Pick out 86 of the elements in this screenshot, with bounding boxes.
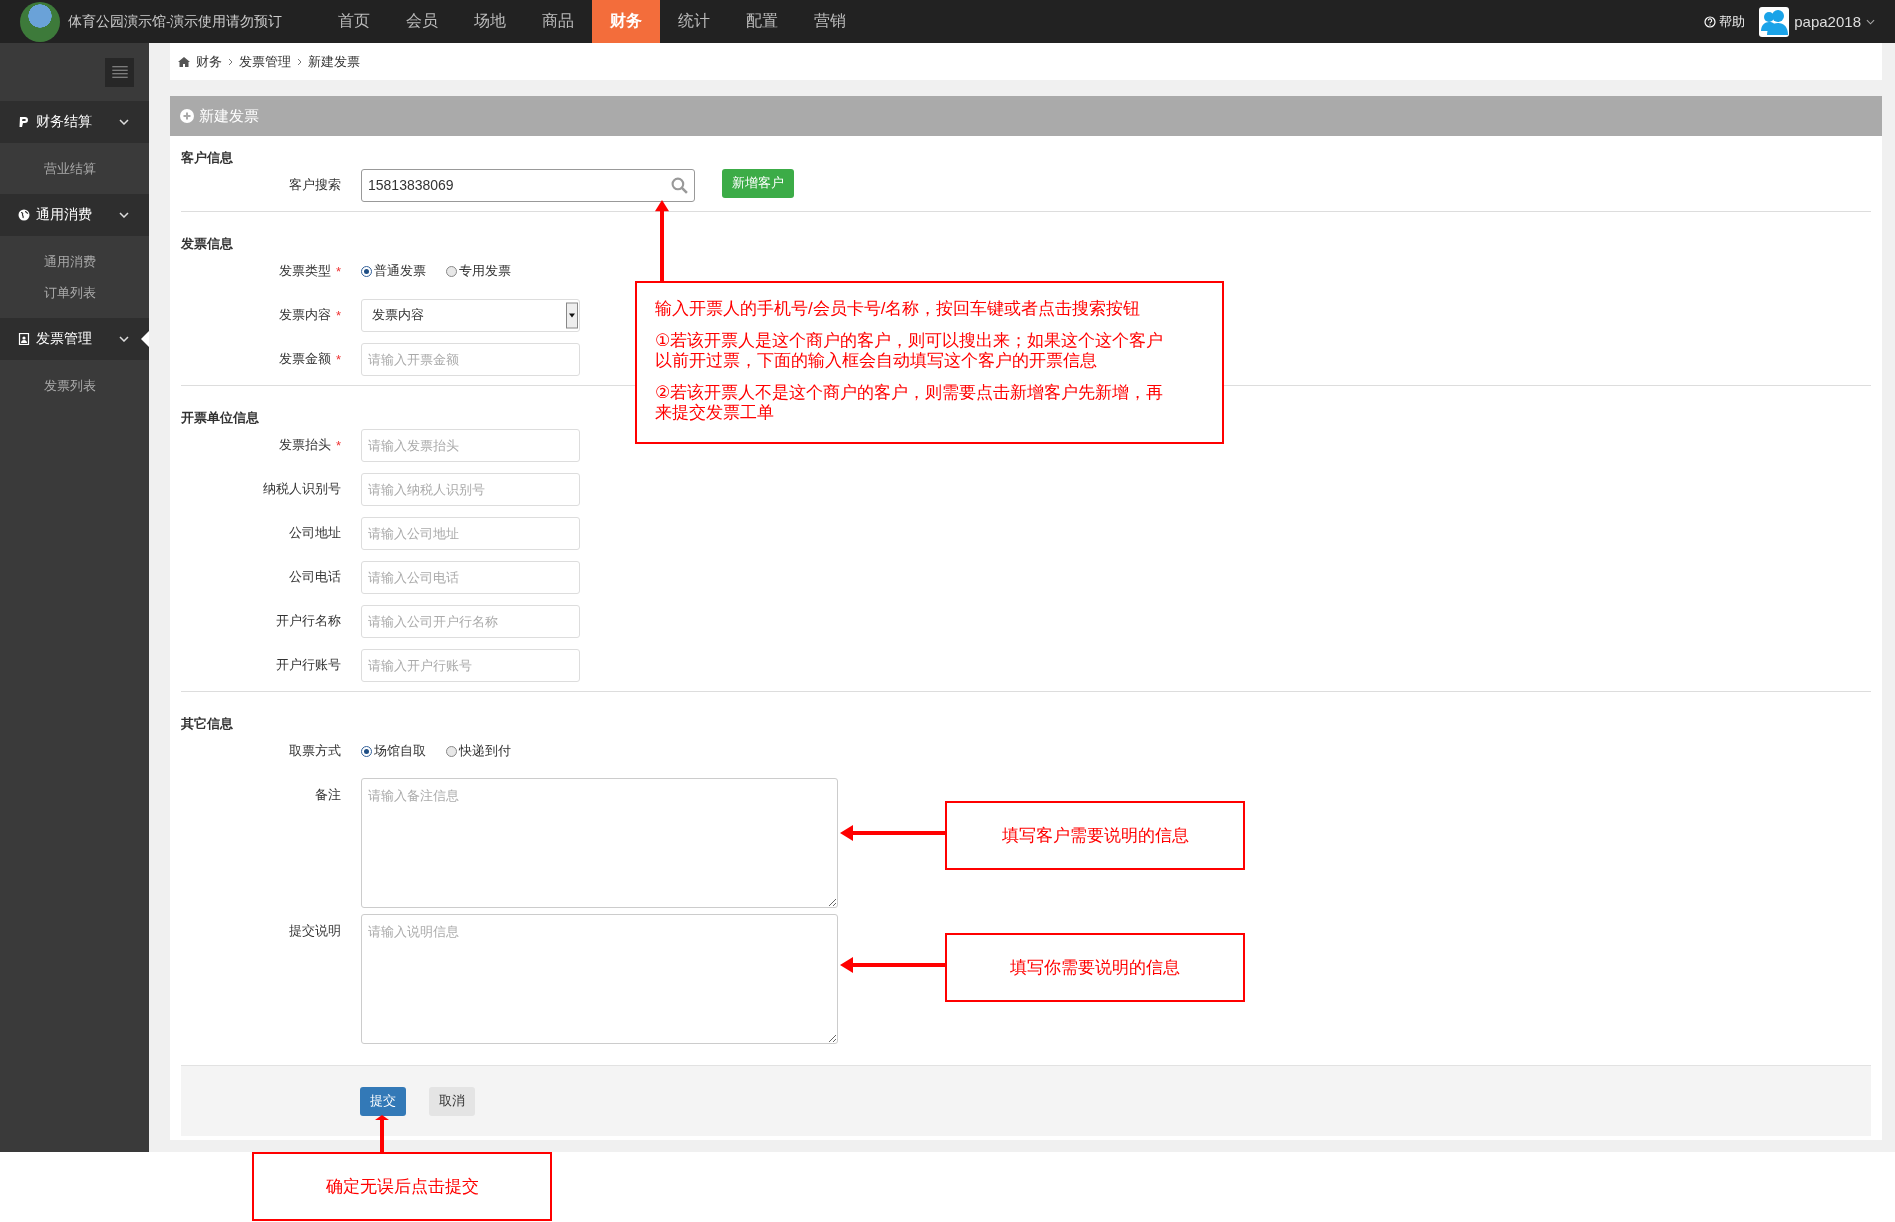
- annotation-text: ②若该开票人不是这个商户的客户，则需要点击新增客户先新增，再来提交发票工单: [655, 383, 1165, 423]
- cancel-button[interactable]: 取消: [429, 1086, 475, 1116]
- field-label: 提交说明: [289, 922, 341, 940]
- annotation-text: 确定无误后点击提交: [325, 1176, 479, 1197]
- field-label: 取票方式: [289, 742, 341, 760]
- radio-button[interactable]: [361, 265, 372, 277]
- section-heading: 其它信息: [181, 715, 233, 733]
- required-mark: *: [335, 351, 341, 367]
- section-heading: 开票单位信息: [181, 409, 259, 427]
- badge-icon: [18, 333, 30, 345]
- search-field[interactable]: 15813838069: [361, 168, 695, 202]
- nav-tab[interactable]: 会员: [388, 0, 456, 43]
- chevron-icon: [119, 119, 129, 125]
- text-input[interactable]: 请输入公司地址: [361, 516, 580, 550]
- field-label: 客户搜索: [289, 176, 341, 194]
- nav-tab[interactable]: 营销: [796, 0, 864, 43]
- field-label: 发票内容: [278, 306, 331, 324]
- radio-label[interactable]: 普通发票: [374, 262, 426, 280]
- text-input[interactable]: 请输入开票金额: [361, 342, 580, 376]
- section-heading: 发票信息: [181, 235, 233, 253]
- menu-toggle-button[interactable]: [105, 57, 134, 87]
- sidebar-item[interactable]: 通用消费: [0, 246, 149, 277]
- caret-icon[interactable]: [1866, 18, 1875, 25]
- required-mark: *: [335, 307, 341, 323]
- sidebar-group-header[interactable]: 发票管理: [0, 318, 149, 360]
- plus-circle-icon: [180, 109, 194, 123]
- annotation-text: 输入开票人的手机号/会员卡号/名称，按回车键或者点击搜索按钮: [655, 299, 1141, 319]
- nav-tab[interactable]: 场地: [456, 0, 524, 43]
- sidebar-item[interactable]: 发票列表: [0, 370, 149, 401]
- p-icon: [18, 116, 30, 128]
- user-avatar-icon[interactable]: [1759, 6, 1790, 37]
- text-input[interactable]: 请输入公司开户行名称: [361, 604, 580, 638]
- section-heading: 客户信息: [181, 149, 233, 167]
- required-mark: *: [335, 263, 341, 279]
- sidebar-group-header[interactable]: 通用消费: [0, 194, 149, 236]
- breadcrumb-link[interactable]: 财务: [196, 52, 222, 71]
- chevron-icon: [119, 212, 129, 218]
- help-icon[interactable]: [1704, 15, 1717, 28]
- chevron-icon: [228, 57, 233, 66]
- menu-icon[interactable]: [111, 66, 128, 78]
- required-mark: *: [335, 437, 341, 453]
- breadcrumb-link[interactable]: 新建发票: [308, 52, 360, 71]
- radio-label[interactable]: 快递到付: [459, 742, 511, 760]
- field-label: 开户行账号: [276, 656, 341, 674]
- search-icon[interactable]: [671, 176, 688, 194]
- logo-photo-placeholder: [20, 1, 60, 42]
- sidebar-item[interactable]: 营业结算: [0, 153, 149, 184]
- breadcrumb-link[interactable]: 发票管理: [239, 52, 291, 71]
- user-menu[interactable]: papa2018: [1794, 13, 1861, 30]
- nav-tab[interactable]: 配置: [728, 0, 796, 43]
- radio-label[interactable]: 专用发票: [459, 262, 511, 280]
- field-label: 发票类型: [278, 262, 331, 280]
- chevron-icon: [297, 57, 302, 66]
- textarea-input[interactable]: 请输入备注信息: [361, 778, 838, 908]
- textarea-input[interactable]: 请输入说明信息: [361, 914, 838, 1044]
- help-link[interactable]: 帮助: [1719, 12, 1746, 31]
- radio-button[interactable]: [446, 265, 457, 277]
- sidebar-item[interactable]: 订单列表: [0, 277, 149, 308]
- dropdown-caret-icon[interactable]: [566, 301, 578, 329]
- field-label: 公司电话: [289, 568, 341, 586]
- nav-tab[interactable]: 首页: [320, 0, 388, 43]
- radio-label[interactable]: 场馆自取: [374, 742, 426, 760]
- radio-button[interactable]: [446, 745, 457, 757]
- annotation-text: 填写你需要说明的信息: [1010, 957, 1180, 978]
- nav-tab[interactable]: 商品: [524, 0, 592, 43]
- field-label: 纳税人识别号: [263, 480, 341, 498]
- text-input[interactable]: 请输入纳税人识别号: [361, 472, 580, 506]
- nav-tab[interactable]: 统计: [660, 0, 728, 43]
- submit-button[interactable]: 提交: [360, 1086, 406, 1116]
- field-label: 公司地址: [289, 524, 341, 542]
- field-label: 发票抬头: [278, 436, 331, 454]
- text-input[interactable]: 请输入公司电话: [361, 560, 580, 594]
- field-label: 开户行名称: [276, 612, 341, 630]
- chevron-icon: [119, 336, 129, 342]
- text-input[interactable]: 请输入开户行账号: [361, 648, 580, 682]
- text-input[interactable]: 请输入发票抬头: [361, 428, 580, 462]
- field-label: 发票金额: [278, 350, 331, 368]
- site-title: 体育公园演示馆-演示使用请勿预订: [68, 12, 284, 31]
- panel-title: 新建发票: [199, 106, 259, 126]
- sidebar-group-header[interactable]: 财务结算: [0, 101, 149, 143]
- dropdown-field[interactable]: 发票内容: [361, 298, 580, 332]
- field-label: 备注: [315, 786, 341, 804]
- annotation-text: ①若该开票人是这个商户的客户，则可以搜出来；如果这个这个客户以前开过票，下面的输入框会自动填写这个客户的开票信息: [655, 331, 1165, 371]
- annotation-text: 填写客户需要说明的信息: [1001, 825, 1189, 846]
- home-icon[interactable]: [178, 56, 190, 67]
- radio-button[interactable]: [361, 745, 372, 757]
